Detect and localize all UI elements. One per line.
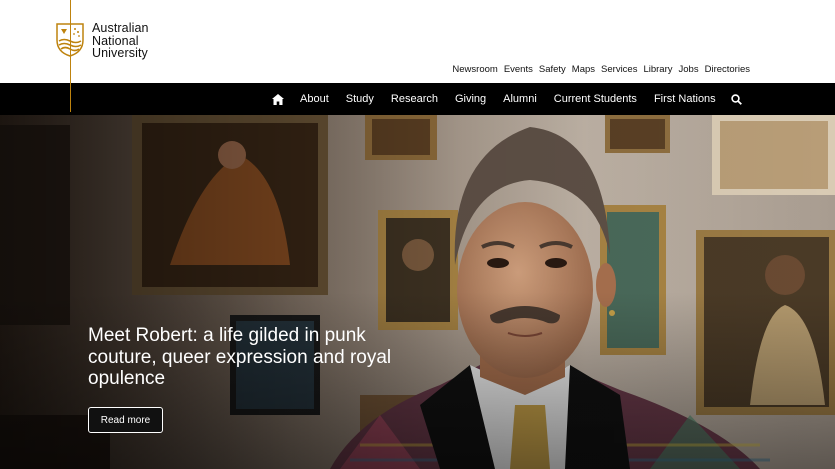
home-icon [272, 93, 284, 105]
hero-title: Meet Robert: a life gilded in punk coutu… [88, 325, 392, 389]
utility-link-jobs[interactable]: Jobs [679, 64, 699, 75]
hero-banner: Meet Robert: a life gilded in punk coutu… [0, 115, 835, 469]
utility-link-newsroom[interactable]: Newsroom [452, 64, 497, 75]
nav-item-first-nations[interactable]: First Nations [654, 93, 716, 105]
search-icon [730, 93, 742, 105]
utility-link-directories[interactable]: Directories [705, 64, 750, 75]
gold-accent-line [70, 0, 71, 112]
nav-item-current-students[interactable]: Current Students [554, 93, 637, 105]
utility-link-safety[interactable]: Safety [539, 64, 566, 75]
utility-link-services[interactable]: Services [601, 64, 637, 75]
nav-item-research[interactable]: Research [391, 93, 438, 105]
logo-line-3: University [92, 46, 148, 60]
nav-item-giving[interactable]: Giving [455, 93, 486, 105]
main-nav: About Study Research Giving Alumni Curre… [0, 83, 835, 115]
utility-link-events[interactable]: Events [504, 64, 533, 75]
utility-link-maps[interactable]: Maps [572, 64, 595, 75]
logo-wordmark: Australian National University [92, 22, 149, 60]
nav-item-about[interactable]: About [300, 93, 329, 105]
nav-item-alumni[interactable]: Alumni [503, 93, 537, 105]
nav-home[interactable] [272, 93, 284, 105]
utility-link-library[interactable]: Library [643, 64, 672, 75]
logo-line-1: Australian [92, 21, 149, 35]
nav-item-study[interactable]: Study [346, 93, 374, 105]
read-more-button[interactable]: Read more [88, 407, 163, 433]
nav-search[interactable] [730, 93, 742, 105]
utility-nav: Newsroom Events Safety Maps Services Lib… [452, 64, 750, 75]
site-header: Australian National University Newsroom … [0, 0, 835, 83]
